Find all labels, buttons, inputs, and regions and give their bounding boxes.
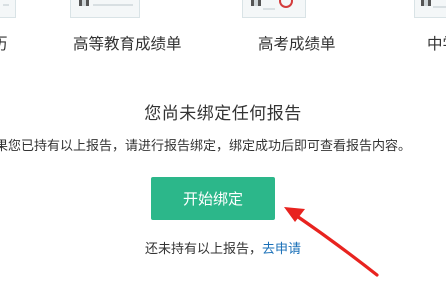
- empty-state-title: 您尚未绑定任何报告: [144, 104, 302, 124]
- report-type-label[interactable]: 高等教育成绩单: [73, 33, 182, 55]
- report-type-label[interactable]: 历: [0, 33, 8, 55]
- start-binding-button[interactable]: 开始绑定: [151, 177, 275, 220]
- report-thumbnail-1[interactable]: [0, 0, 16, 18]
- report-thumbnail-4[interactable]: [414, 0, 446, 18]
- report-type-label[interactable]: 中学: [427, 33, 446, 55]
- report-type-row: 历 高等教育成绩单 高考成绩单 中学: [0, 0, 446, 60]
- apply-hint-text: 还未持有以上报告，: [144, 242, 262, 257]
- apply-link[interactable]: 去申请: [262, 242, 301, 257]
- apply-hint: 还未持有以上报告，去申请: [0, 240, 446, 260]
- report-type-label[interactable]: 高考成绩单: [258, 33, 336, 55]
- report-thumbnail-3[interactable]: [242, 0, 306, 18]
- empty-state-description: 果您已持有以上报告，请进行报告绑定，绑定成功后即可查看报告内容。: [0, 139, 412, 154]
- report-thumbnail-2[interactable]: [70, 0, 140, 18]
